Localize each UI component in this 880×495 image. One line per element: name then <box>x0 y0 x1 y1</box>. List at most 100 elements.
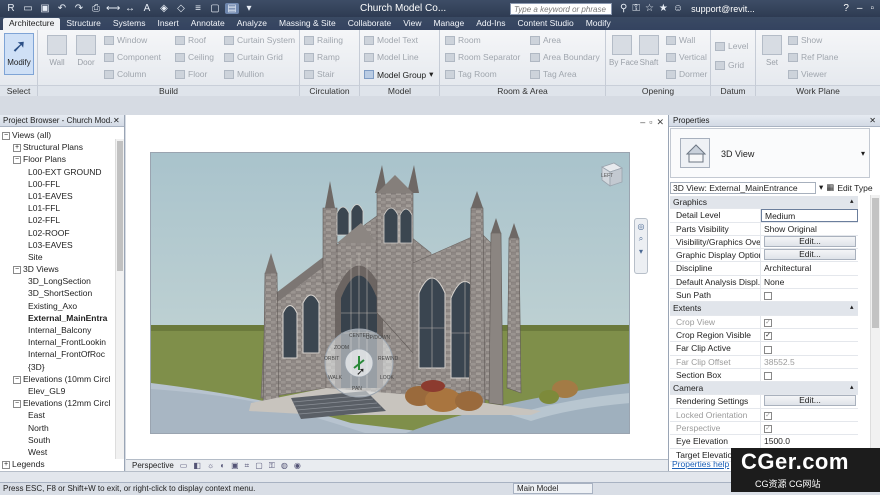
tree-item[interactable]: West <box>0 446 124 458</box>
temporary-hide-icon[interactable]: ◍ <box>281 460 288 471</box>
room-separator-button[interactable]: Room Separator <box>445 52 520 62</box>
tab-manage[interactable]: Manage <box>427 18 470 30</box>
tree-item[interactable]: South <box>0 434 124 446</box>
property-value[interactable]: Show Original <box>761 223 858 235</box>
tree-item[interactable]: − Elevations (12mm Circl <box>0 397 124 409</box>
drawing-area[interactable]: – ▫ ✕ ZOOM ORBIT PAN REWIND CENTER WALK … <box>126 115 668 471</box>
help-icon[interactable]: ? <box>843 3 849 14</box>
room-button[interactable]: Room <box>445 35 481 45</box>
area-boundary-button[interactable]: Area Boundary <box>530 52 600 62</box>
edit-button[interactable]: Edit... <box>764 395 856 407</box>
nav-bar-options-icon[interactable]: ▾ <box>635 247 647 256</box>
property-value[interactable]: Architectural <box>761 262 858 274</box>
viewcube[interactable]: LEFT <box>596 159 626 189</box>
property-checkbox[interactable] <box>764 345 772 354</box>
tree-item[interactable]: L00-EXT GROUND <box>0 166 124 178</box>
close-icon[interactable]: ✕ <box>869 116 876 125</box>
property-checkbox[interactable] <box>764 372 772 381</box>
crop-view-icon[interactable]: ⌗ <box>245 460 250 471</box>
viewer-button[interactable]: Viewer <box>788 69 827 79</box>
shadows-icon[interactable]: ◐ <box>220 460 225 471</box>
properties-help-link[interactable]: Properties help <box>672 459 729 469</box>
collapse-icon[interactable]: − <box>13 156 21 165</box>
tab-annotate[interactable]: Annotate <box>185 18 231 30</box>
scrollbar-thumb[interactable] <box>872 198 879 328</box>
tree-item[interactable]: 3D_ShortSection <box>0 287 124 299</box>
keyword-search-input[interactable]: Type a keyword or phrase <box>510 2 612 15</box>
open-icon[interactable]: ▭ <box>21 3 35 14</box>
steering-wheel-label-pan[interactable]: PAN <box>352 386 362 392</box>
tree-item[interactable]: + Structural Plans <box>0 141 124 153</box>
tab-modify[interactable]: Modify <box>580 18 617 30</box>
restore-icon[interactable]: ▫ <box>870 3 874 14</box>
tree-item[interactable]: Internal_FrontOfRoc <box>0 348 124 360</box>
model-text-button[interactable]: Model Text <box>364 35 418 45</box>
tree-item[interactable]: Existing_Axo <box>0 300 124 312</box>
signed-in-user[interactable]: support@revit... <box>691 4 755 14</box>
tab-massing-site[interactable]: Massing & Site <box>273 18 342 30</box>
switch-windows-icon[interactable]: ▤ <box>225 3 239 14</box>
collapse-group-icon[interactable]: ▴ <box>850 196 858 208</box>
collapse-group-icon[interactable]: ▴ <box>850 382 858 394</box>
grid-button[interactable]: Grid <box>715 60 744 70</box>
modify-button[interactable]: ➚ Modify <box>4 33 34 75</box>
tree-item[interactable]: L01-EAVES <box>0 190 124 202</box>
tag-room-button[interactable]: Tag Room <box>445 69 497 79</box>
collapse-group-icon[interactable]: ▴ <box>850 302 858 314</box>
tree-item[interactable]: Elev_GL9 <box>0 385 124 397</box>
full-navigation-wheel-icon[interactable]: ◎ <box>635 222 647 231</box>
collapse-icon[interactable]: − <box>13 399 21 408</box>
ref-plane-button[interactable]: Ref Plane <box>788 52 838 62</box>
measure-icon[interactable]: ⟷ <box>106 3 120 14</box>
sun-path-icon[interactable]: ☼ <box>207 460 214 471</box>
wall-button[interactable]: Wall <box>44 33 70 67</box>
reveal-hidden-icon[interactable]: ◉ <box>294 460 301 471</box>
floor-button[interactable]: Floor <box>175 69 207 79</box>
tree-item[interactable]: L02-FFL <box>0 214 124 226</box>
model-line-button[interactable]: Model Line <box>364 52 419 62</box>
steering-wheel-label-updown[interactable]: UP/DOWN <box>366 335 390 341</box>
viewcube-face-label[interactable]: LEFT <box>601 173 613 179</box>
edit-type-button[interactable]: Edit Type <box>837 183 872 193</box>
steering-wheel-label-walk[interactable]: WALK <box>328 375 342 381</box>
favorites-icon[interactable]: ★ <box>659 3 668 14</box>
subscription-icon[interactable]: ⚿ <box>632 3 640 14</box>
curtain-grid-button[interactable]: Curtain Grid <box>224 52 283 62</box>
tree-item[interactable]: North <box>0 422 124 434</box>
area-button[interactable]: Area <box>530 35 561 45</box>
select-panel-label[interactable]: Select <box>0 85 37 96</box>
active-model-selector[interactable]: Main Model <box>513 483 593 494</box>
tab-view[interactable]: View <box>397 18 427 30</box>
detail-level-icon[interactable]: ▭ <box>180 460 188 471</box>
dropdown-arrow-icon[interactable]: ▾ <box>819 182 823 193</box>
text-icon[interactable]: A <box>140 3 154 14</box>
property-checkbox[interactable]: ✓ <box>764 332 772 341</box>
property-group-header[interactable]: Graphics ▴ <box>670 196 858 210</box>
door-button[interactable]: Door <box>73 33 99 67</box>
user-icon[interactable]: ☺ <box>673 3 683 14</box>
close-hidden-icon[interactable]: ▢ <box>208 3 222 14</box>
collapse-icon[interactable]: − <box>13 265 21 274</box>
level-button[interactable]: Level <box>715 41 748 51</box>
lock-3d-view-icon[interactable]: ⚿ <box>269 460 275 471</box>
edit-button[interactable]: Edit... <box>764 235 856 247</box>
room-area-panel-label[interactable]: Room & Area <box>440 85 605 96</box>
tree-item[interactable]: East <box>0 409 124 421</box>
section-icon[interactable]: ◇ <box>174 3 188 14</box>
print-icon[interactable]: ⎙ <box>89 3 103 14</box>
communication-icon[interactable]: ☆ <box>645 3 654 14</box>
3d-view-icon[interactable]: ◈ <box>157 3 171 14</box>
visual-style-icon[interactable]: ◧ <box>193 460 201 471</box>
tree-item[interactable]: Internal_Balcony <box>0 324 124 336</box>
crop-region-icon[interactable]: ▢ <box>255 460 263 471</box>
render-icon[interactable]: ▣ <box>231 460 239 471</box>
dimension-icon[interactable]: ↔ <box>123 3 137 14</box>
component-button[interactable]: Component <box>104 52 161 62</box>
tab-add-ins[interactable]: Add-Ins <box>470 18 511 30</box>
properties-scrollbar[interactable] <box>870 195 880 457</box>
vertical-button[interactable]: Vertical <box>666 52 707 62</box>
stair-button[interactable]: Stair <box>304 69 334 79</box>
dormer-button[interactable]: Dormer <box>666 69 707 79</box>
restore-view-icon[interactable]: ▫ <box>649 117 652 128</box>
ceiling-button[interactable]: Ceiling <box>175 52 214 62</box>
